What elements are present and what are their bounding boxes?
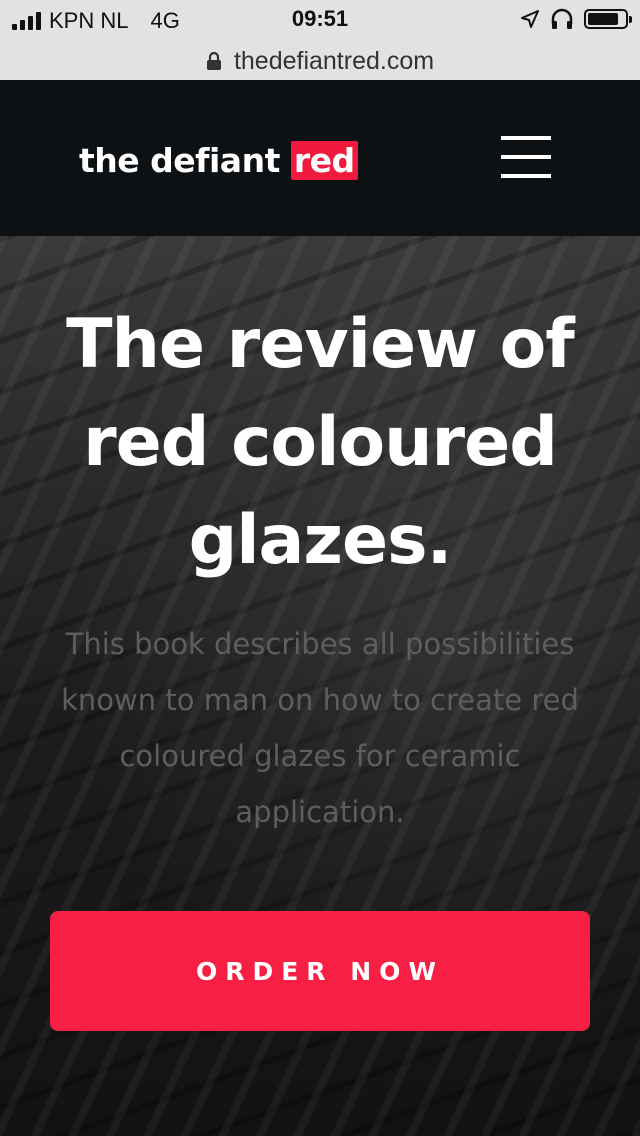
logo-highlight: red xyxy=(290,141,358,180)
hero-description: This book describes all possibilities kn… xyxy=(61,627,579,829)
logo-text: the defiant xyxy=(79,141,280,180)
battery-icon xyxy=(584,9,632,29)
hero-section: The review of red coloured glazes. This … xyxy=(0,236,640,1136)
hero-headline: The review of red coloured glazes. xyxy=(66,305,575,580)
headphones-icon xyxy=(551,8,573,29)
site-header: the defiant red xyxy=(0,80,640,236)
address-bar[interactable]: thedefiantred.com xyxy=(0,42,640,80)
hamburger-menu-icon xyxy=(501,136,551,140)
status-right xyxy=(520,8,632,30)
order-now-button[interactable]: ORDER NOW xyxy=(50,911,590,1031)
site-logo[interactable]: the defiant red xyxy=(79,141,358,180)
url-text: thedefiantred.com xyxy=(233,46,435,75)
hamburger-line xyxy=(501,155,551,159)
hamburger-menu-button[interactable] xyxy=(501,136,551,180)
location-arrow-icon xyxy=(521,10,539,28)
status-bar: KPN NL 4G 09:51 xyxy=(0,0,640,42)
hamburger-line xyxy=(501,174,551,178)
battery-level-fill xyxy=(588,13,618,25)
battery-tip xyxy=(629,16,632,23)
lock-icon xyxy=(206,51,221,70)
